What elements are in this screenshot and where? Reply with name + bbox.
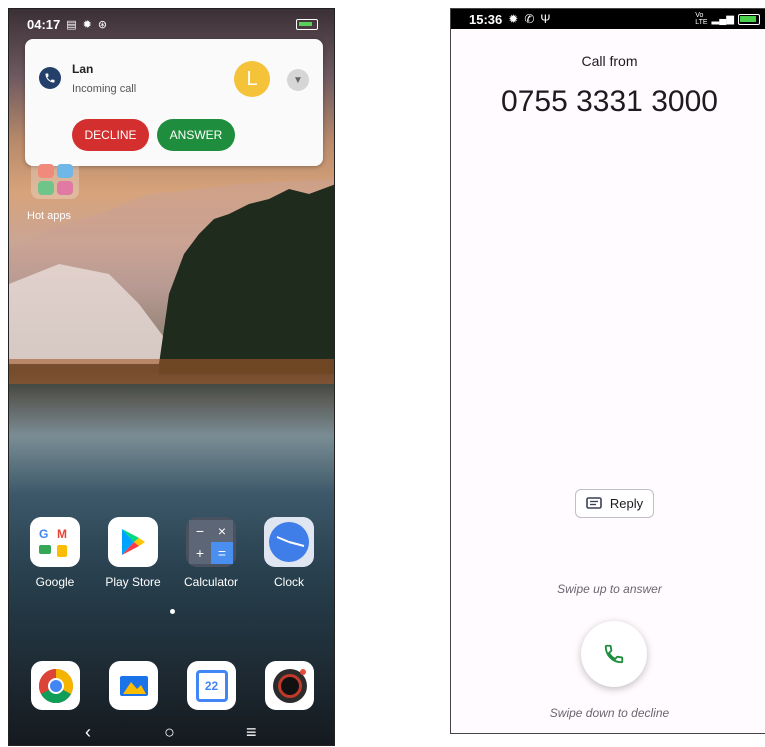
app-label-calculator: Calculator xyxy=(183,575,239,589)
swipe-up-hint: Swipe up to answer xyxy=(557,582,662,596)
chrome-app[interactable] xyxy=(31,661,80,710)
answer-button[interactable]: ANSWER xyxy=(157,119,235,151)
settings-gear-icon: ✹ xyxy=(508,12,519,26)
caller-name: Lan xyxy=(72,62,94,76)
files-icon xyxy=(119,675,148,696)
calendar-app[interactable]: 22 xyxy=(187,661,236,710)
back-icon[interactable]: ‹ xyxy=(85,722,91,743)
phone-call-icon: ✆ xyxy=(524,12,535,26)
usb-icon: Ψ xyxy=(540,12,551,26)
decline-button[interactable]: DECLINE xyxy=(72,119,149,151)
battery-icon xyxy=(738,13,760,25)
right-phone-screen: 15:36 ✹ ✆ Ψ Vo LTE ▂▄▆ Call from 0755 333… xyxy=(450,8,765,734)
left-phone-screen: 04:17 ▤ ✹ ⊛ Lan Incoming call L ▼ DECLIN… xyxy=(8,8,335,746)
wallpaper-mountain xyxy=(9,179,334,384)
app-label-clock: Clock xyxy=(273,575,304,589)
app-label-google: Google xyxy=(35,575,75,589)
hot-apps-label: Hot apps xyxy=(27,210,72,222)
caller-avatar: L xyxy=(234,61,270,97)
calendar-icon: 22 xyxy=(195,669,228,702)
swipe-down-hint: Swipe down to decline xyxy=(549,706,670,720)
calculator-app[interactable]: − × + = xyxy=(186,517,236,567)
sync-icon: ⊛ xyxy=(97,18,108,31)
settings-gear-icon: ✹ xyxy=(82,18,92,31)
recents-icon[interactable]: ≡ xyxy=(246,722,257,743)
reply-label: Reply xyxy=(609,496,644,511)
page-indicator xyxy=(170,609,175,614)
hot-apps-folder[interactable] xyxy=(31,159,79,199)
caller-phone-number: 0755 3331 3000 xyxy=(501,85,718,118)
incoming-call-notification[interactable]: Lan Incoming call L ▼ DECLINE ANSWER xyxy=(25,39,323,166)
screenshot-stage: 04:17 ▤ ✹ ⊛ Lan Incoming call L ▼ DECLIN… xyxy=(0,0,765,747)
clock-app[interactable] xyxy=(264,517,314,567)
files-app[interactable] xyxy=(109,661,158,710)
answer-call-button[interactable] xyxy=(581,621,647,687)
sim-icon: ▤ xyxy=(66,18,77,31)
volte-icon: Vo LTE xyxy=(695,12,708,26)
status-bar: 15:36 ✹ ✆ Ψ Vo LTE ▂▄▆ xyxy=(451,9,765,29)
app-label-play-store: Play Store xyxy=(105,575,161,589)
status-bar: 04:17 ▤ ✹ ⊛ xyxy=(9,9,334,39)
camera-icon xyxy=(272,668,307,703)
clock-icon xyxy=(269,522,309,562)
phone-icon xyxy=(39,67,61,89)
camera-app[interactable] xyxy=(265,661,314,710)
play-store-icon xyxy=(122,529,145,555)
status-right-icons: Vo LTE ▂▄▆ xyxy=(695,12,760,26)
home-icon[interactable]: ○ xyxy=(164,722,175,743)
reply-button[interactable]: Reply xyxy=(575,489,654,518)
chevron-down-icon[interactable]: ▼ xyxy=(287,69,309,91)
battery-icon xyxy=(296,19,318,30)
notification-subtitle: Incoming call xyxy=(72,83,137,95)
status-time: 04:17 xyxy=(27,16,61,32)
phone-answer-icon xyxy=(604,644,624,664)
message-icon xyxy=(586,496,602,509)
status-time: 15:36 xyxy=(469,11,503,27)
chrome-icon xyxy=(38,668,73,703)
calculator-icon: − × + = xyxy=(189,520,233,564)
google-folder-app[interactable]: G M xyxy=(30,517,80,567)
call-from-label: Call from xyxy=(581,53,638,69)
play-store-app[interactable] xyxy=(108,517,158,567)
signal-icon: ▂▄▆ xyxy=(711,13,734,25)
